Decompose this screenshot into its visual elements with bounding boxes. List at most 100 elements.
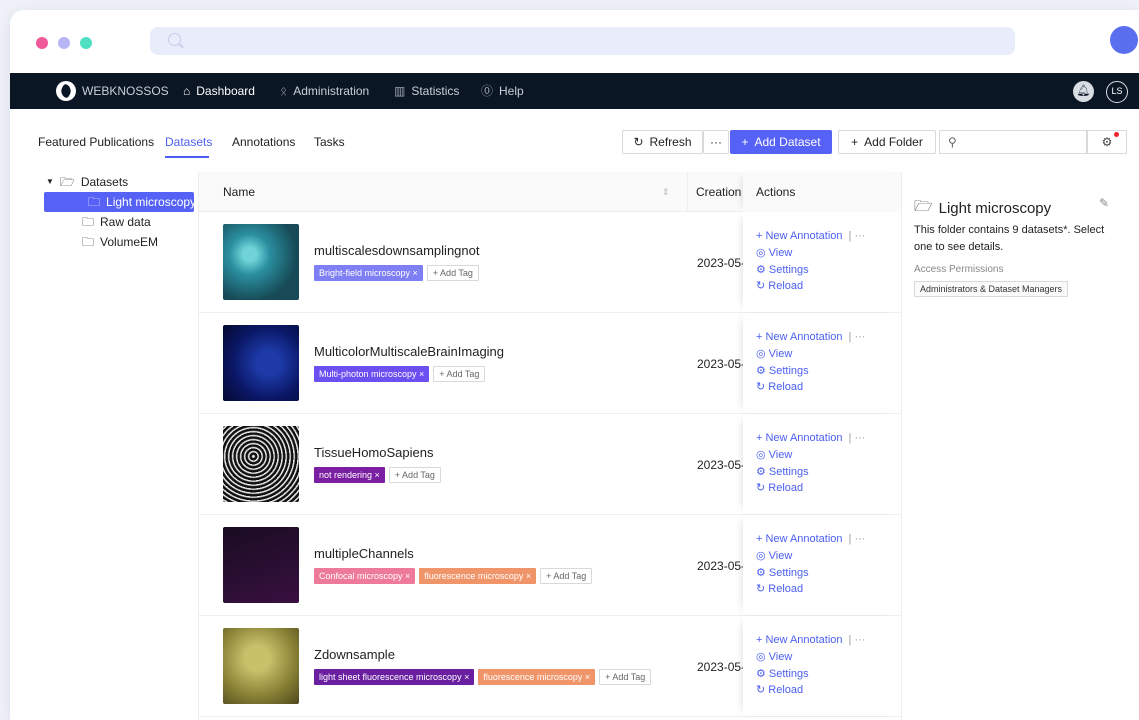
dataset-thumbnail[interactable] [223,426,299,502]
tree-root-label: Datasets [80,175,129,189]
dataset-tag[interactable]: Bright-field microscopy × [314,265,423,281]
column-header-creation-date[interactable]: Creation Date [687,172,743,212]
sort-icon[interactable]: ⇕ [662,172,670,212]
tree-root-datasets[interactable]: ▼ 🗁︎ Datasets [46,172,128,192]
tree-item-label: VolumeEM [100,235,159,249]
view-link[interactable]: ◎ View [756,549,792,562]
new-annotation-link[interactable]: + New Annotation | ··· [756,331,865,343]
panel-title-text: Light microscopy [938,200,1052,217]
more-button[interactable]: ··· [703,130,729,154]
add-tag-button[interactable]: + Add Tag [426,265,479,281]
gear-icon: ⚙ [1101,135,1113,149]
more-actions-icon[interactable]: | ··· [849,230,866,242]
nav-statistics[interactable]: ▥ Statistics [394,73,459,109]
reload-link[interactable]: ↻ Reload [756,582,803,595]
dataset-thumbnail[interactable] [223,527,299,603]
view-link[interactable]: ◎ View [756,347,792,360]
tab-featured-publications[interactable]: Featured Publications [38,135,154,149]
table-row[interactable]: MulticolorMultiscaleBrainImaging Multi-ph… [199,313,902,414]
bell-icon[interactable]: 🔔︎ [1073,81,1094,102]
nav-dashboard[interactable]: ⌂ Dashboard [183,73,255,109]
new-annotation-link[interactable]: + New Annotation | ··· [756,634,865,646]
new-annotation-label: New Annotation [765,533,843,545]
settings-link[interactable]: ⚙ Settings [756,566,809,579]
search-input[interactable]: ⚲ [939,130,1087,154]
settings-link[interactable]: ⚙ Settings [756,263,809,276]
reload-label: Reload [768,482,804,494]
new-annotation-link[interactable]: + New Annotation | ··· [756,533,865,545]
dataset-tags: light sheet fluorescence microscopy × flu… [314,669,652,685]
settings-label: Settings [768,264,809,276]
minimize-window-dot[interactable] [58,37,70,49]
new-annotation-link[interactable]: + New Annotation | ··· [756,432,865,444]
settings-label: Settings [768,365,809,377]
settings-link[interactable]: ⚙ Settings [756,667,809,680]
tree-item-light-microscopy[interactable]: 🗀︎ Light microscopy [44,192,196,212]
dataset-thumbnail[interactable] [223,628,299,704]
more-actions-icon[interactable]: | ··· [849,533,866,545]
tree-item-raw-data[interactable]: 🗀︎ Raw data [82,212,151,232]
dataset-tag[interactable]: not rendering × [314,467,385,483]
dataset-thumbnail[interactable] [223,325,299,401]
nav-administration[interactable]: ᛟ Administration [280,73,369,109]
more-actions-icon[interactable]: | ··· [849,634,866,646]
reload-link[interactable]: ↻ Reload [756,481,803,494]
view-link[interactable]: ◎ View [756,650,792,663]
avatar[interactable]: LS [1106,81,1128,103]
table-row[interactable]: multiscalesdownsamplingnot Bright-field m… [199,212,902,313]
column-header-name[interactable]: Name [223,172,255,212]
reload-label: Reload [768,381,804,393]
reload-link[interactable]: ↻ Reload [756,380,803,393]
brand-link[interactable]: WEBKNOSSOS [56,73,169,109]
more-actions-icon[interactable]: | ··· [849,432,866,444]
add-tag-button[interactable]: + Add Tag [388,467,441,483]
dataset-thumbnail[interactable] [223,224,299,300]
tab-annotations[interactable]: Annotations [232,135,295,149]
table-row[interactable]: multipleChannels Confocal microscopy × flu… [199,515,902,616]
url-bar[interactable] [150,27,1015,55]
view-link[interactable]: ◎ View [756,246,792,259]
tree-item-volumeem[interactable]: 🗀︎ VolumeEM [82,232,158,252]
creation-date: 2023-05- [697,256,746,270]
more-actions-icon[interactable]: | ··· [849,331,866,343]
add-tag-button[interactable]: + Add Tag [540,568,593,584]
dataset-tag[interactable]: Multi-photon microscopy × [314,366,430,382]
refresh-button[interactable]: ↻ Refresh [622,130,703,154]
add-dataset-button[interactable]: + Add Dataset [730,130,832,154]
settings-link[interactable]: ⚙ Settings [756,364,809,377]
close-window-dot[interactable] [36,37,48,49]
tab-tasks[interactable]: Tasks [314,135,345,149]
table-row[interactable]: TissueHomoSapiens not rendering × + Add Ta… [199,414,902,515]
access-permissions-tag: Administrators & Dataset Managers [914,281,1069,297]
dataset-tag[interactable]: fluorescence microscopy × [419,568,537,584]
dataset-name[interactable]: MulticolorMultiscaleBrainImaging [314,344,504,359]
reload-link[interactable]: ↻ Reload [756,683,803,696]
settings-button[interactable]: ⚙ [1087,130,1127,154]
tab-datasets[interactable]: Datasets [165,135,212,149]
active-tab-indicator [165,156,209,158]
dataset-tag[interactable]: Confocal microscopy × [314,568,416,584]
view-label: View [768,348,793,360]
new-annotation-link[interactable]: + New Annotation | ··· [756,230,865,242]
table-row[interactable]: Zdownsample light sheet fluorescence micr… [199,616,902,717]
nav-administration-label: Administration [293,84,370,98]
reload-link[interactable]: ↻ Reload [756,279,803,292]
settings-link[interactable]: ⚙ Settings [756,465,809,478]
dataset-name[interactable]: TissueHomoSapiens [314,445,433,460]
eye-icon: ◎ [756,449,769,461]
add-tag-button[interactable]: + Add Tag [599,669,652,685]
dataset-name[interactable]: multipleChannels [314,546,414,561]
gear-icon: ⚙ [756,365,769,377]
dataset-tag[interactable]: fluorescence microscopy × [478,669,596,685]
caret-down-icon[interactable]: ▼ [46,172,54,192]
nav-help[interactable]: ⓪ Help [481,73,524,109]
dataset-tag[interactable]: light sheet fluorescence microscopy × [314,669,475,685]
maximize-window-dot[interactable] [80,37,92,49]
dataset-name[interactable]: Zdownsample [314,647,395,662]
add-folder-button[interactable]: + Add Folder [838,130,936,154]
settings-label: Settings [768,466,809,478]
dataset-name[interactable]: multiscalesdownsamplingnot [314,243,479,258]
add-tag-button[interactable]: + Add Tag [433,366,486,382]
edit-icon[interactable]: ✎ [1099,196,1109,210]
view-link[interactable]: ◎ View [756,448,792,461]
